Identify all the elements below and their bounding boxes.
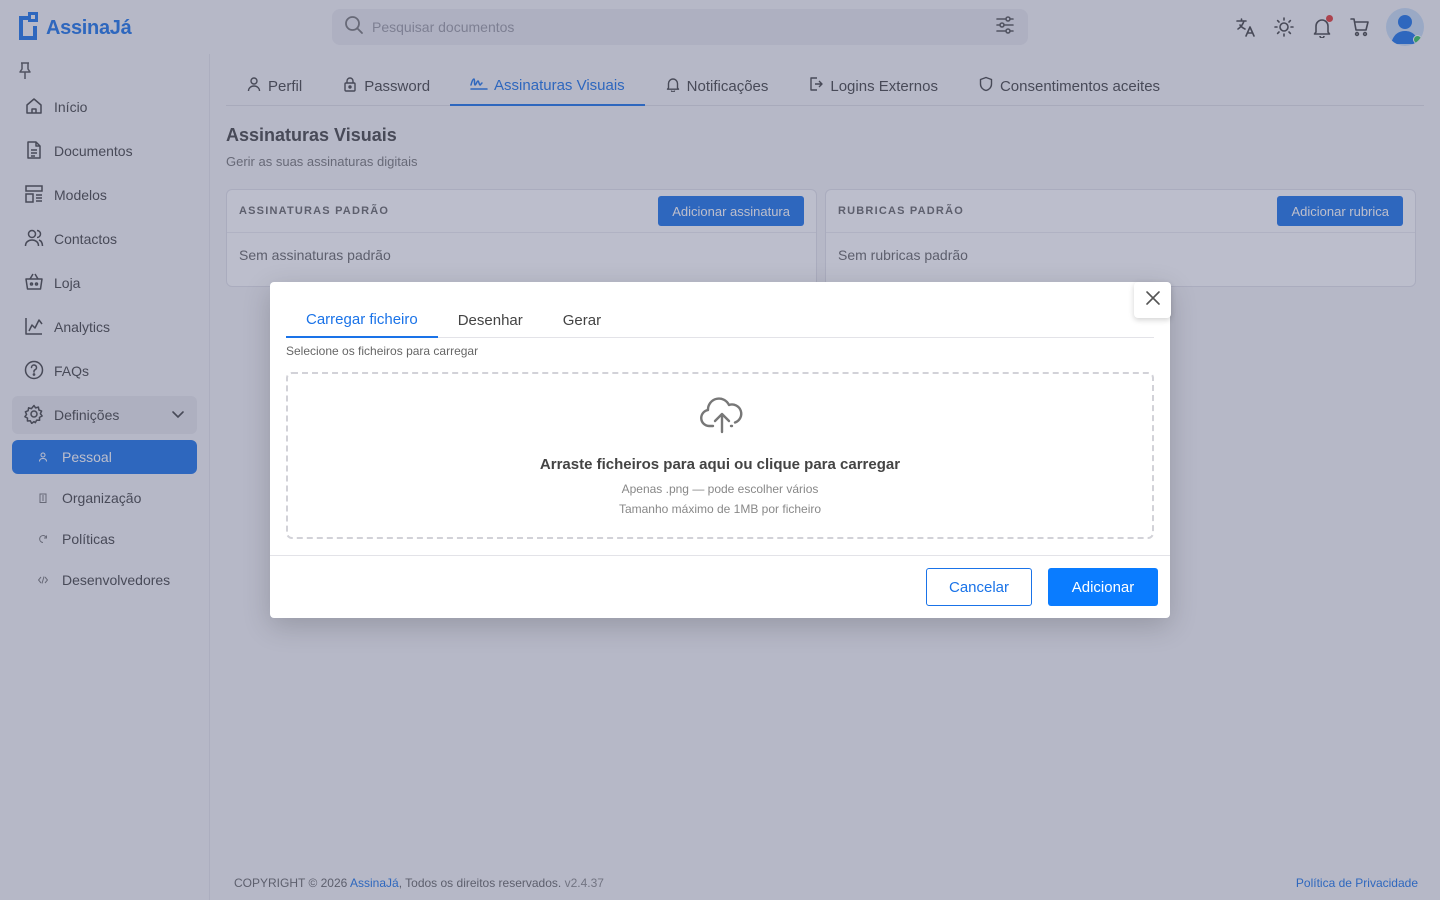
tab-upload-file[interactable]: Carregar ficheiro — [286, 302, 438, 338]
add-button[interactable]: Adicionar — [1048, 568, 1158, 606]
modal-tabs: Carregar ficheiro Desenhar Gerar — [286, 302, 1154, 338]
dropzone-filetype-note: Apenas .png — pode escolher vários — [621, 482, 819, 496]
tab-draw[interactable]: Desenhar — [438, 302, 543, 338]
dropzone-title: Arraste ficheiros para aqui ou clique pa… — [539, 456, 901, 473]
tab-generate[interactable]: Gerar — [543, 302, 621, 338]
file-dropzone[interactable]: Arraste ficheiros para aqui ou clique pa… — [286, 372, 1154, 539]
modal-footer: Cancelar Adicionar — [270, 555, 1170, 618]
cancel-button[interactable]: Cancelar — [926, 568, 1032, 606]
upload-hint: Selecione os ficheiros para carregar — [286, 344, 479, 358]
dropzone-size-note: Tamanho máximo de 1MB por ficheiro — [618, 502, 822, 516]
cloud-upload-icon — [698, 396, 746, 441]
add-signature-modal: Carregar ficheiro Desenhar Gerar Selecio… — [270, 282, 1171, 618]
